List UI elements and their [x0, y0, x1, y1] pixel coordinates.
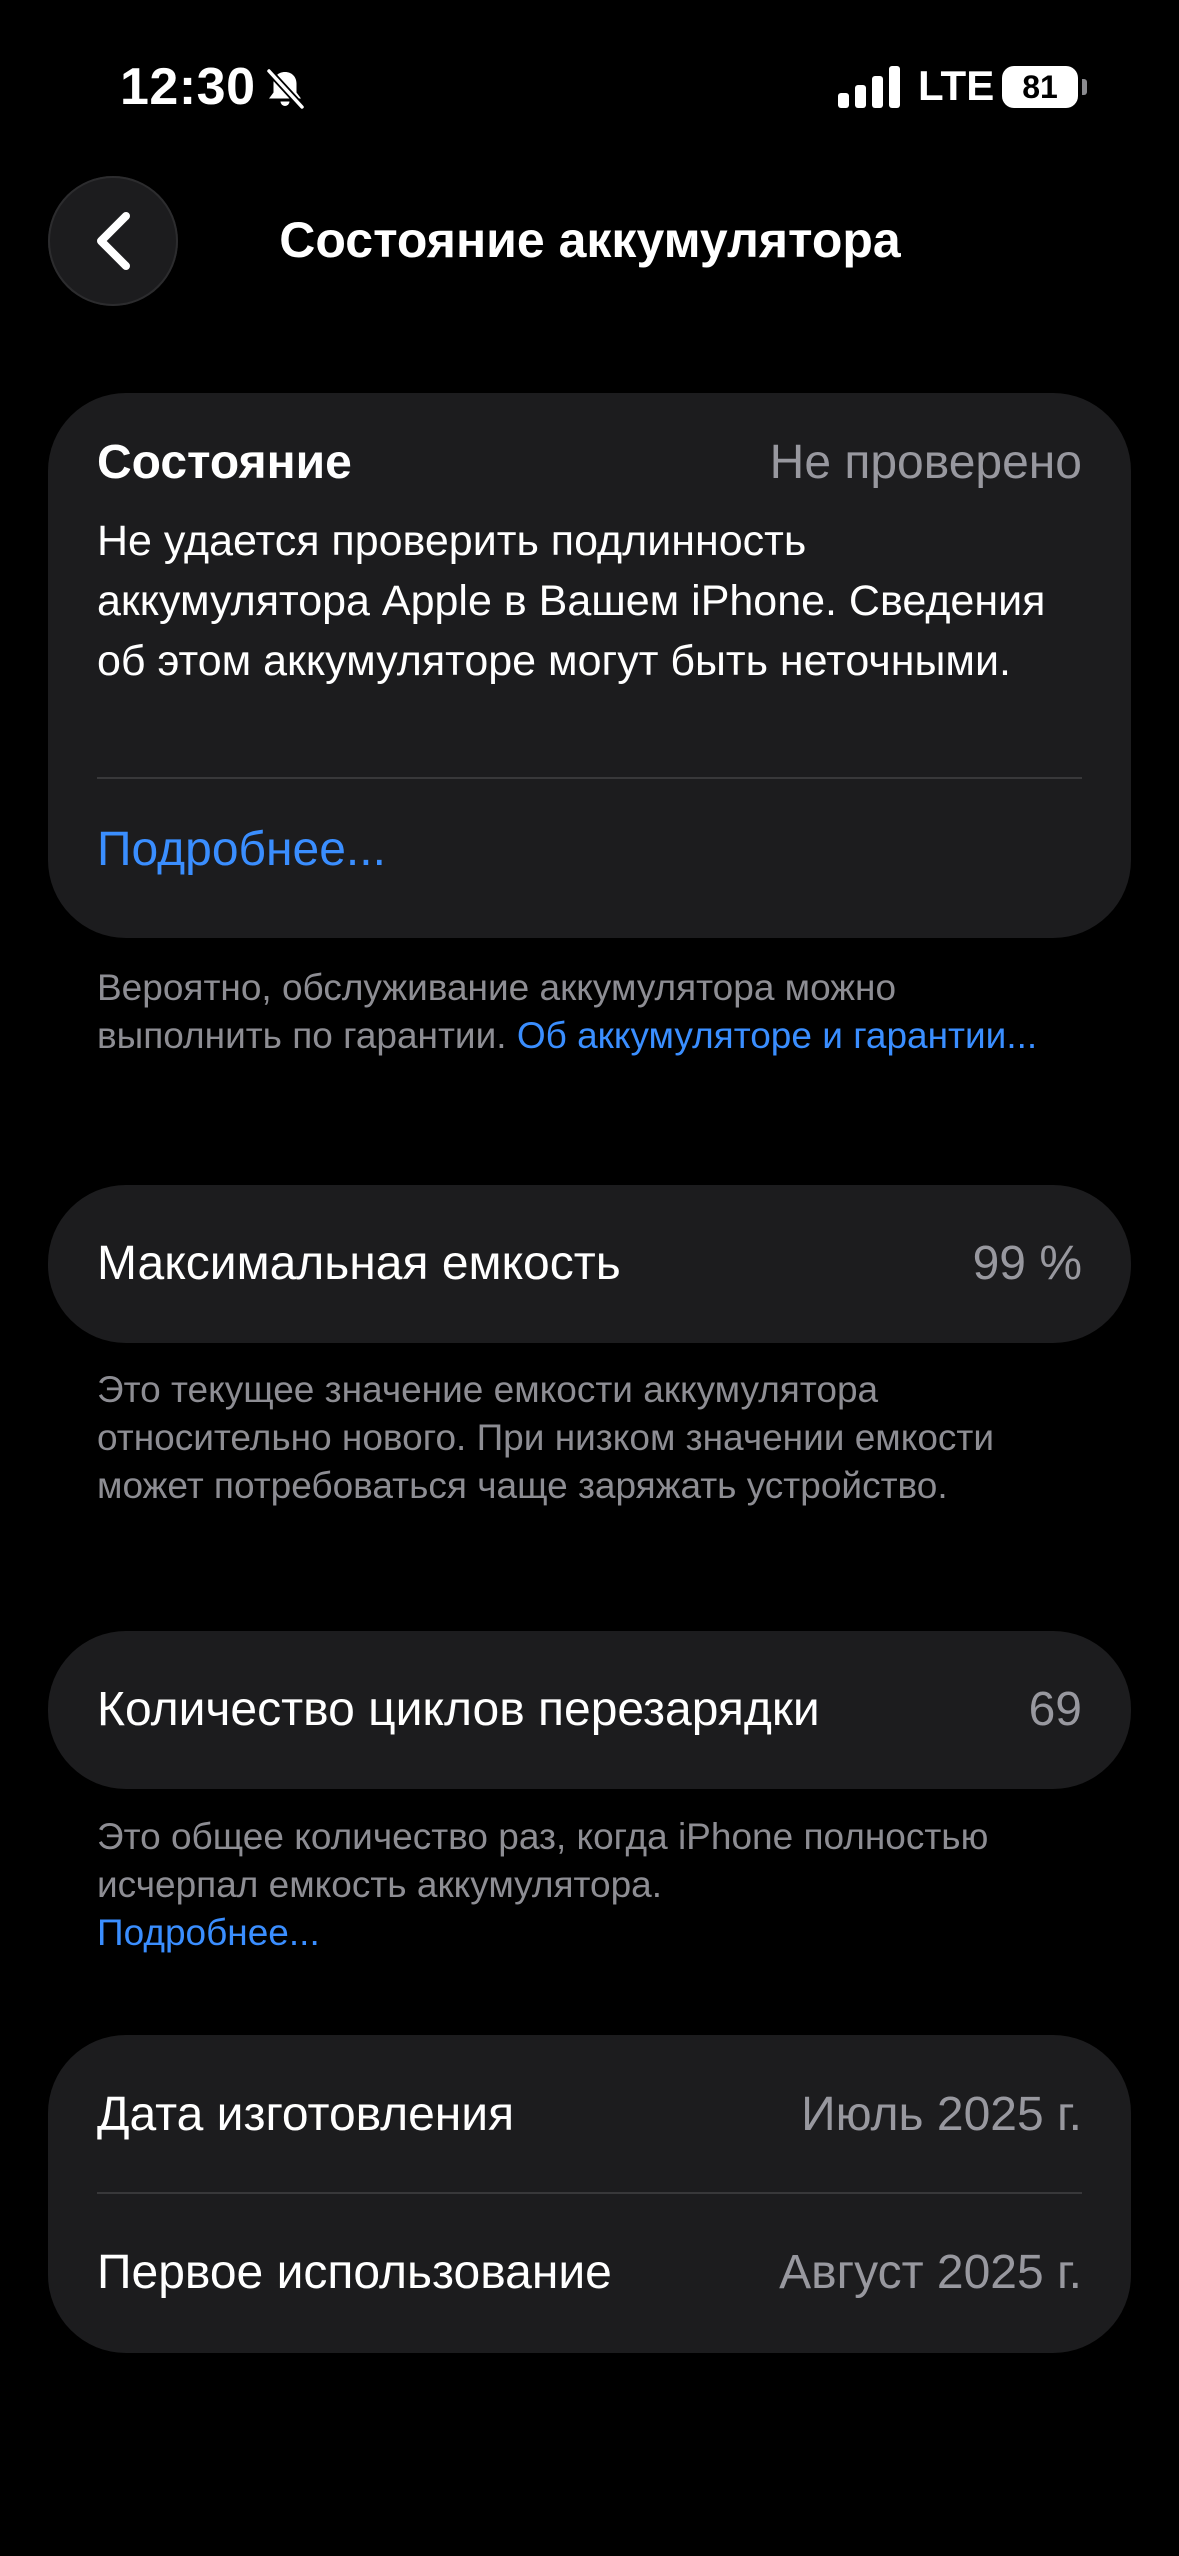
bell-slash-icon: [265, 67, 306, 111]
first-use-label: Первое использование: [97, 2246, 612, 2299]
cycle-count-learn-more-link[interactable]: Подробнее...: [97, 1912, 320, 1953]
condition-description: Не удается проверить подлинность аккумул…: [97, 517, 1046, 685]
max-capacity-title: Максимальная емкость: [97, 1237, 621, 1290]
cellular-signal-icon: [838, 66, 900, 108]
battery-icon: 81: [1002, 66, 1078, 108]
first-use-value: Август 2025 г.: [779, 2246, 1082, 2299]
status-time: 12:30: [120, 58, 256, 116]
back-button[interactable]: [48, 176, 178, 306]
cycle-count-title: Количество циклов перезарядки: [97, 1683, 820, 1736]
manufacture-date-label: Дата изготовления: [97, 2088, 515, 2141]
cycle-count-value: 69: [1028, 1683, 1082, 1736]
warranty-note: Вероятно, обслуживание аккумулятора можн…: [97, 964, 1057, 1060]
max-capacity-note: Это текущее значение емкости аккумулятор…: [97, 1369, 995, 1506]
condition-learn-more-link[interactable]: Подробнее...: [97, 818, 386, 882]
dates-divider: [97, 2192, 1082, 2194]
chevron-left-icon: [97, 212, 130, 270]
dates-card: Дата изготовления Июль 2025 г. Первое ис…: [48, 2035, 1131, 2353]
manufacture-date-value: Июль 2025 г.: [801, 2088, 1082, 2141]
page-title: Состояние аккумулятора: [279, 212, 901, 268]
condition-title: Состояние: [97, 436, 352, 489]
status-bar: 12:30 LTE 81: [0, 0, 1179, 170]
max-capacity-value: 99 %: [972, 1237, 1082, 1290]
battery-cap: [1082, 79, 1087, 95]
condition-card: Состояние Не проверено Не удается провер…: [48, 393, 1131, 938]
network-type: LTE: [918, 62, 995, 109]
condition-divider: [97, 777, 1082, 779]
cycle-count-note: Это общее количество раз, когда iPhone п…: [97, 1813, 1057, 1957]
cycle-count-card: Количество циклов перезарядки 69: [48, 1631, 1131, 1789]
max-capacity-card: Максимальная емкость 99 %: [48, 1185, 1131, 1343]
cycle-count-note-text: Это общее количество раз, когда iPhone п…: [97, 1816, 989, 1905]
warranty-link[interactable]: Об аккумуляторе и гарантии...: [517, 1015, 1037, 1056]
condition-value: Не проверено: [769, 436, 1082, 489]
